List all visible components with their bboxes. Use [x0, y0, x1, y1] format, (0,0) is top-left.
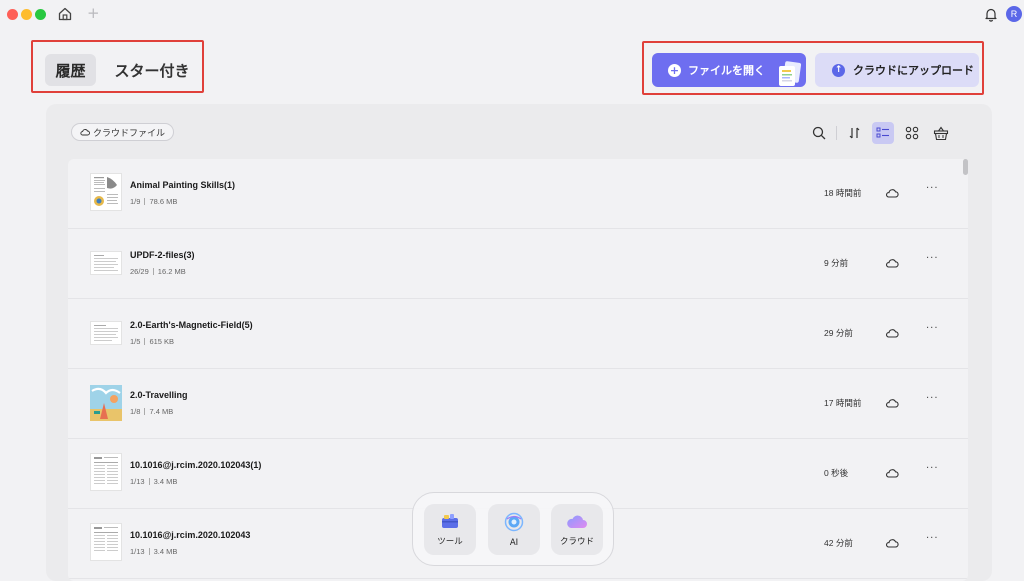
more-options-icon[interactable]: ··· — [926, 463, 939, 474]
cloud-upload-icon[interactable] — [885, 467, 899, 479]
more-options-icon[interactable]: ··· — [926, 533, 939, 544]
file-name: UPDF-2-files(3) — [130, 250, 195, 260]
file-pages: 1/9 — [130, 197, 141, 206]
more-options-icon[interactable]: ··· — [926, 253, 939, 264]
file-time: 42 分前 — [824, 538, 853, 548]
avatar[interactable]: R — [1006, 6, 1022, 22]
title-bar: + R — [0, 0, 1024, 28]
cloud-upload-icon[interactable] — [885, 327, 899, 339]
plus-icon: + — [668, 63, 681, 77]
maximize-window-button[interactable] — [35, 9, 46, 20]
cloud-icon — [80, 129, 90, 136]
file-thumbnail — [90, 173, 122, 211]
view-tabs: 履歴 スター付き — [31, 40, 204, 93]
file-name: 2.0-Earth's-Magnetic-Field(5) — [130, 320, 253, 330]
upload-label: クラウドにアップロード — [853, 64, 974, 77]
file-thumbnail — [90, 523, 122, 561]
list-view-icon[interactable] — [872, 122, 894, 144]
file-name: 10.1016@j.rcim.2020.102043 — [130, 530, 251, 540]
file-meta: 26/29 16.2 MB — [130, 267, 186, 276]
file-time: 29 分前 — [824, 328, 853, 338]
bell-icon[interactable] — [982, 5, 1000, 23]
file-meta: 1/5 615 KB — [130, 337, 174, 346]
ai-button[interactable]: AI — [488, 504, 540, 555]
file-size: 3.4 MB — [153, 547, 178, 556]
meta-divider — [152, 268, 154, 275]
documents-icon — [779, 61, 802, 86]
cloud-button[interactable]: クラウド — [551, 504, 603, 555]
cloud-files-label: クラウドファイル — [93, 128, 166, 139]
tab-starred[interactable]: スター付き — [113, 54, 191, 86]
file-size: 78.6 MB — [149, 197, 178, 206]
file-meta: 1/13 3.4 MB — [130, 547, 177, 556]
meta-divider — [144, 198, 146, 205]
more-options-icon[interactable]: ··· — [926, 393, 939, 404]
minimize-window-button[interactable] — [21, 9, 32, 20]
tools-button[interactable]: ツール — [424, 504, 476, 555]
file-row[interactable]: 2.0-Travelling 1/8 7.4 MB 17 時間前 ··· — [68, 369, 968, 439]
home-icon[interactable] — [55, 5, 75, 23]
file-name: 2.0-Travelling — [130, 390, 188, 400]
cloud-upload-icon[interactable] — [885, 537, 899, 549]
file-pages: 1/13 — [130, 547, 145, 556]
new-tab-button[interactable]: + — [87, 4, 100, 22]
meta-divider — [144, 408, 146, 415]
file-size: 16.2 MB — [157, 267, 186, 276]
basket-icon[interactable] — [930, 122, 952, 144]
bottom-dock: ツール AI クラウド — [412, 492, 614, 566]
meta-divider — [148, 548, 150, 555]
file-pages: 26/29 — [130, 267, 149, 276]
scrollbar-thumb[interactable] — [963, 159, 968, 175]
toolbar-divider — [836, 126, 837, 140]
ai-label: AI — [509, 537, 519, 548]
file-name: 10.1016@j.rcim.2020.102043(1) — [130, 460, 262, 470]
file-pages: 1/5 — [130, 337, 141, 346]
file-pages: 1/13 — [130, 477, 145, 486]
file-thumbnail — [90, 453, 122, 491]
file-name: Animal Painting Skills(1) — [130, 180, 236, 190]
upload-to-cloud-button[interactable]: ↑ クラウドにアップロード — [815, 53, 979, 87]
more-options-icon[interactable]: ··· — [926, 323, 939, 334]
file-time: 9 分前 — [824, 258, 849, 268]
close-window-button[interactable] — [7, 9, 18, 20]
file-thumbnail — [90, 321, 122, 345]
open-file-button[interactable]: + ファイルを開く — [652, 53, 806, 87]
toolbox-icon — [442, 513, 458, 528]
file-row[interactable]: UPDF-2-files(3) 26/29 16.2 MB 9 分前 ··· — [68, 229, 968, 299]
file-thumbnail — [90, 251, 122, 275]
cloud-upload-icon[interactable] — [885, 397, 899, 409]
file-time: 18 時間前 — [824, 188, 862, 198]
file-size: 615 KB — [149, 337, 175, 346]
file-size: 3.4 MB — [153, 477, 178, 486]
ai-orb-icon — [504, 512, 524, 531]
file-thumbnail — [90, 385, 122, 421]
scrollbar[interactable] — [963, 159, 969, 579]
cloud-upload-icon[interactable] — [885, 257, 899, 269]
meta-divider — [144, 338, 146, 345]
cloud-files-filter[interactable]: クラウドファイル — [71, 123, 175, 141]
cloud-upload-icon[interactable] — [885, 187, 899, 199]
file-pages: 1/8 — [130, 407, 141, 416]
file-meta: 1/13 3.4 MB — [130, 477, 177, 486]
meta-divider — [148, 478, 150, 485]
file-meta: 1/8 7.4 MB — [130, 407, 173, 416]
search-icon[interactable] — [808, 122, 830, 144]
grid-view-icon[interactable] — [901, 122, 923, 144]
file-row[interactable]: 2.0-Earth's-Magnetic-Field(5) 1/5 615 KB … — [68, 299, 968, 369]
action-buttons: + ファイルを開く ↑ クラウドにアップロード — [642, 41, 984, 95]
upload-arrow-icon: ↑ — [832, 63, 845, 77]
file-time: 0 秒後 — [824, 468, 849, 478]
cloud-color-icon — [567, 515, 587, 528]
open-file-label: ファイルを開く — [688, 64, 765, 77]
more-options-icon[interactable]: ··· — [926, 183, 939, 194]
cloud-label: クラウド — [559, 536, 594, 547]
sort-icon[interactable] — [844, 122, 866, 144]
file-meta: 1/9 78.6 MB — [130, 197, 177, 206]
file-size: 7.4 MB — [149, 407, 174, 416]
tools-label: ツール — [437, 536, 463, 547]
file-row[interactable]: Animal Painting Skills(1) 1/9 78.6 MB 18 … — [68, 159, 968, 229]
tab-history[interactable]: 履歴 — [45, 54, 96, 86]
file-time: 17 時間前 — [824, 398, 862, 408]
